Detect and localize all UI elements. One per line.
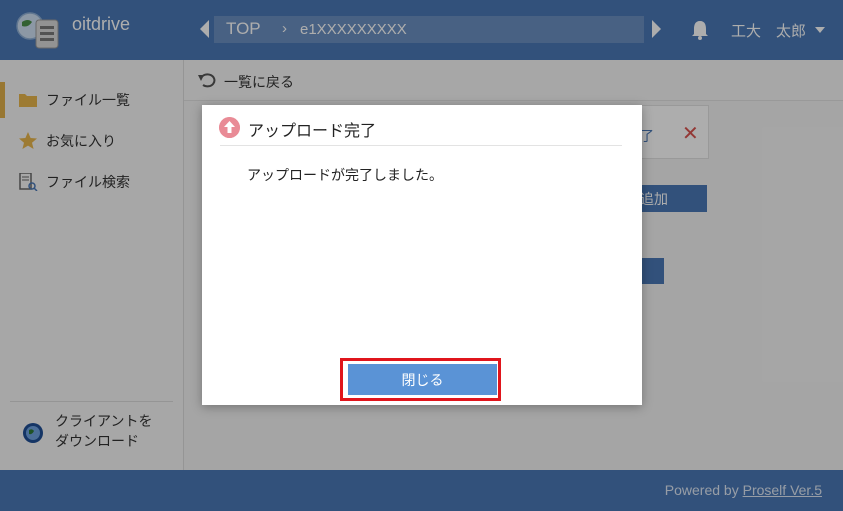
dialog-message: アップロードが完了しました。 <box>247 168 443 184</box>
upload-complete-dialog: アップロード完了 アップロードが完了しました。 閉じる <box>202 105 642 405</box>
upload-icon <box>219 117 240 138</box>
dialog-title: アップロード完了 <box>248 121 377 140</box>
dialog-divider <box>220 145 622 146</box>
close-button[interactable]: 閉じる <box>348 364 497 395</box>
